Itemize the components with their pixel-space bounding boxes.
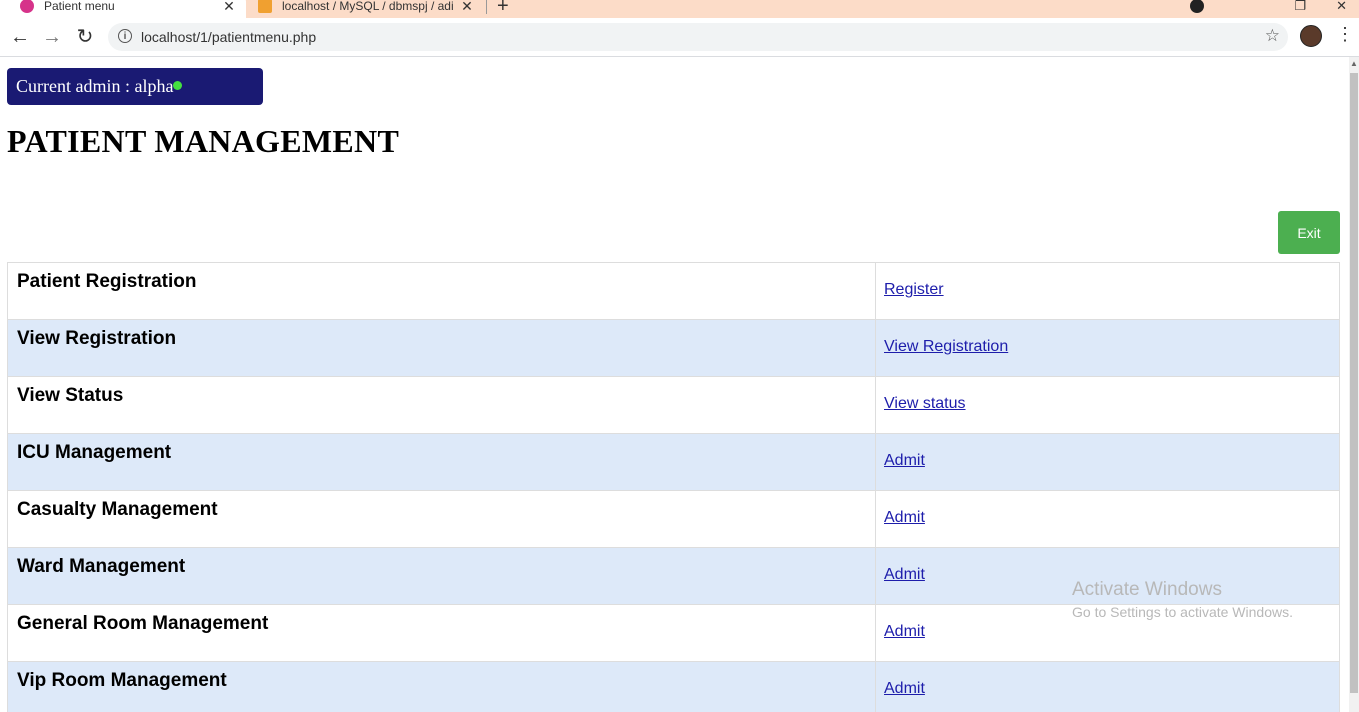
menu-item-action-cell: Admit xyxy=(875,604,1340,662)
patient-menu-table: Patient Registration Register View Registr… xyxy=(7,262,1340,712)
browser-toolbar: ← → ↻ i localhost/1/patientmenu.php ☆ ⋮ xyxy=(0,18,1359,57)
page-title: PATIENT MANAGEMENT xyxy=(7,123,400,159)
reload-icon[interactable]: ↻ xyxy=(74,26,96,48)
menu-item-action-link[interactable]: Admit xyxy=(884,452,925,469)
tab-divider xyxy=(486,0,487,14)
menu-item-action-link[interactable]: Admit xyxy=(884,623,925,640)
current-admin-badge: Current admin : alpha xyxy=(7,68,263,105)
menu-item-action-cell: Admit xyxy=(875,433,1340,491)
menu-item-action-cell: View Registration xyxy=(875,319,1340,377)
table-row: General Room Management Admit xyxy=(7,604,1340,662)
page-content: Current admin : alpha PATIENT MANAGEMENT… xyxy=(0,57,1349,712)
menu-item-action-link[interactable]: Admit xyxy=(884,566,925,583)
menu-item-label: General Room Management xyxy=(7,604,876,662)
browser-tab-strip: Patient menu ✕ localhost / MySQL / dbmsp… xyxy=(0,0,1359,18)
menu-item-action-cell: Register xyxy=(875,262,1340,320)
table-row: View Registration View Registration xyxy=(7,319,1340,377)
menu-item-action-link[interactable]: Admit xyxy=(884,509,925,526)
menu-item-action-cell: Admit xyxy=(875,547,1340,605)
page-scrollbar[interactable]: ▲ xyxy=(1349,57,1359,712)
tab-favicon-icon xyxy=(20,0,34,13)
close-tab-icon[interactable]: ✕ xyxy=(460,0,474,15)
menu-item-label: ICU Management xyxy=(7,433,876,491)
scrollbar-thumb[interactable] xyxy=(1350,73,1358,693)
table-row: Ward Management Admit xyxy=(7,547,1340,605)
info-icon[interactable]: i xyxy=(118,29,132,43)
extension-icon[interactable] xyxy=(1190,0,1205,13)
url-text[interactable]: localhost/1/patientmenu.php xyxy=(141,29,316,45)
close-tab-icon[interactable]: ✕ xyxy=(222,0,236,15)
profile-avatar[interactable] xyxy=(1300,25,1322,47)
tab-phpmyadmin[interactable]: localhost / MySQL / dbmspj / adi ✕ xyxy=(248,0,484,18)
table-row: Casualty Management Admit xyxy=(7,490,1340,548)
menu-item-action-link[interactable]: View Registration xyxy=(884,338,1008,355)
address-bar[interactable]: i localhost/1/patientmenu.php ☆ xyxy=(108,23,1288,51)
current-admin-label: Current admin : alpha xyxy=(16,76,174,96)
menu-item-label: Ward Management xyxy=(7,547,876,605)
new-tab-button[interactable]: + xyxy=(497,0,509,18)
menu-item-label: Casualty Management xyxy=(7,490,876,548)
table-row: ICU Management Admit xyxy=(7,433,1340,491)
menu-item-action-cell: View status xyxy=(875,376,1340,434)
menu-item-label: Vip Room Management xyxy=(7,661,876,712)
bookmark-star-icon[interactable]: ☆ xyxy=(1265,26,1280,46)
menu-item-label: Patient Registration xyxy=(7,262,876,320)
menu-item-action-cell: Admit xyxy=(875,661,1340,712)
menu-item-action-link[interactable]: Admit xyxy=(884,680,925,697)
scroll-up-icon[interactable]: ▲ xyxy=(1350,59,1358,68)
exit-button[interactable]: Exit xyxy=(1278,211,1340,254)
tab-title: Patient menu xyxy=(44,0,115,13)
menu-item-action-link[interactable]: View status xyxy=(884,395,966,412)
restore-window-icon[interactable]: ❐ xyxy=(1294,0,1306,14)
back-arrow-icon[interactable]: ← xyxy=(9,26,31,48)
menu-item-action-cell: Admit xyxy=(875,490,1340,548)
table-row: Vip Room Management Admit xyxy=(7,661,1340,712)
table-row: Patient Registration Register xyxy=(7,262,1340,320)
phpmyadmin-favicon-icon xyxy=(258,0,272,13)
close-window-icon[interactable]: ✕ xyxy=(1336,0,1347,14)
table-row: View Status View status xyxy=(7,376,1340,434)
menu-item-label: View Status xyxy=(7,376,876,434)
kebab-menu-icon[interactable]: ⋮ xyxy=(1336,24,1354,45)
online-status-dot xyxy=(173,81,183,91)
menu-item-label: View Registration xyxy=(7,319,876,377)
tab-patient-menu[interactable]: Patient menu ✕ xyxy=(0,0,246,18)
window-controls: ❐ ✕ xyxy=(1190,0,1359,18)
tab-title: localhost / MySQL / dbmspj / adi xyxy=(282,0,454,13)
forward-arrow-icon[interactable]: → xyxy=(41,26,63,48)
menu-item-action-link[interactable]: Register xyxy=(884,281,944,298)
